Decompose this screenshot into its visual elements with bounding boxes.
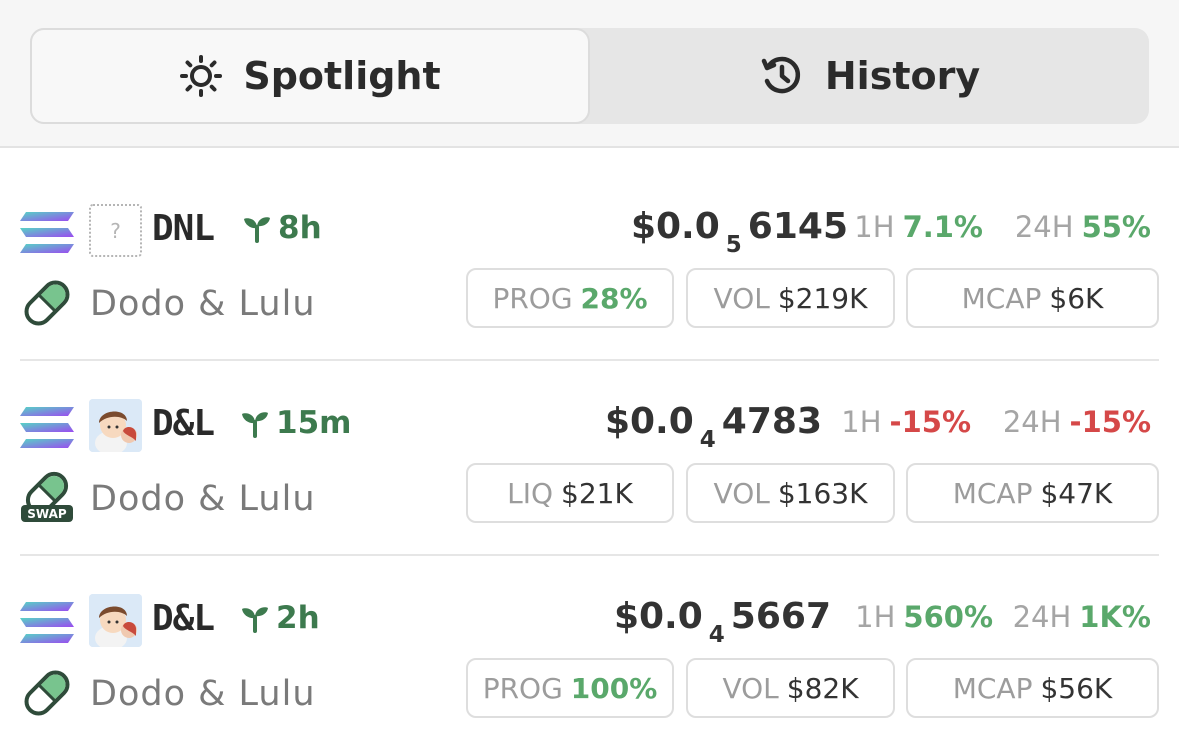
token-row[interactable]: ? DNL 8h Dodo & Lulu $0.0 5 6145 1H 7.1% 24…	[0, 166, 1179, 361]
history-icon	[761, 56, 800, 94]
token-row[interactable]: D&L 15m SWAP Dodo & Lulu $0.0 4 4783 1H -15…	[0, 361, 1179, 556]
mcap-pill: MCAP $56K	[906, 658, 1159, 718]
solana-icon	[20, 407, 74, 448]
tab-spotlight[interactable]: Spotlight	[30, 28, 590, 124]
token-name: Dodo & Lulu	[90, 479, 316, 519]
header: Spotlight History	[0, 0, 1179, 148]
change-1h: 1H 7.1%	[854, 210, 983, 244]
solana-icon	[20, 602, 74, 643]
mcap-pill: MCAP $6K	[906, 268, 1159, 328]
volume-pill: VOL $163K	[686, 463, 895, 523]
change-1h: 1H -15%	[841, 405, 971, 439]
tab-spotlight-label: Spotlight	[243, 54, 441, 98]
sprout-icon	[242, 607, 268, 633]
token-thumbnail-placeholder: ?	[89, 204, 142, 257]
change-24h: 24H -15%	[1002, 405, 1151, 439]
swap-badge-text: SWAP	[27, 507, 67, 521]
token-thumbnail-avatar	[89, 399, 142, 452]
token-ticker: D&L	[152, 403, 215, 444]
token-age: 8h	[242, 210, 322, 246]
token-name: Dodo & Lulu	[90, 674, 316, 714]
token-row[interactable]: D&L 2h Dodo & Lulu $0.0 4 5667 1H 560% 24H 1…	[0, 556, 1179, 751]
tab-history-label: History	[824, 54, 981, 98]
tab-bar: Spotlight History	[30, 28, 1149, 124]
progress-pill: PROG 100%	[466, 658, 674, 718]
token-price: $0.0 4 5667	[613, 596, 831, 648]
token-age: 15m	[240, 405, 351, 441]
token-thumbnail-avatar	[89, 594, 142, 647]
mcap-pill: MCAP $47K	[906, 463, 1159, 523]
token-price: $0.0 4 4783	[604, 401, 822, 453]
progress-pill: PROG 28%	[466, 268, 674, 328]
liquidity-pill: LIQ $21K	[466, 463, 674, 523]
token-price: $0.0 5 6145	[630, 206, 848, 258]
solana-icon	[20, 212, 74, 253]
volume-pill: VOL $219K	[686, 268, 895, 328]
change-24h: 24H 1K%	[1012, 600, 1151, 634]
token-name: Dodo & Lulu	[90, 284, 316, 324]
token-age: 2h	[240, 600, 320, 636]
token-ticker: D&L	[152, 598, 215, 639]
sprout-icon	[244, 217, 270, 243]
tab-history[interactable]: History	[590, 28, 1149, 124]
token-ticker: DNL	[152, 208, 215, 249]
volume-pill: VOL $82K	[686, 658, 895, 718]
change-24h: 24H 55%	[1014, 210, 1151, 244]
pill-icon	[24, 670, 70, 716]
sprout-icon	[242, 412, 268, 438]
change-1h: 1H 560%	[855, 600, 993, 634]
sun-icon	[180, 55, 223, 97]
swap-pill-icon: SWAP	[21, 471, 73, 522]
pill-icon	[24, 280, 70, 326]
